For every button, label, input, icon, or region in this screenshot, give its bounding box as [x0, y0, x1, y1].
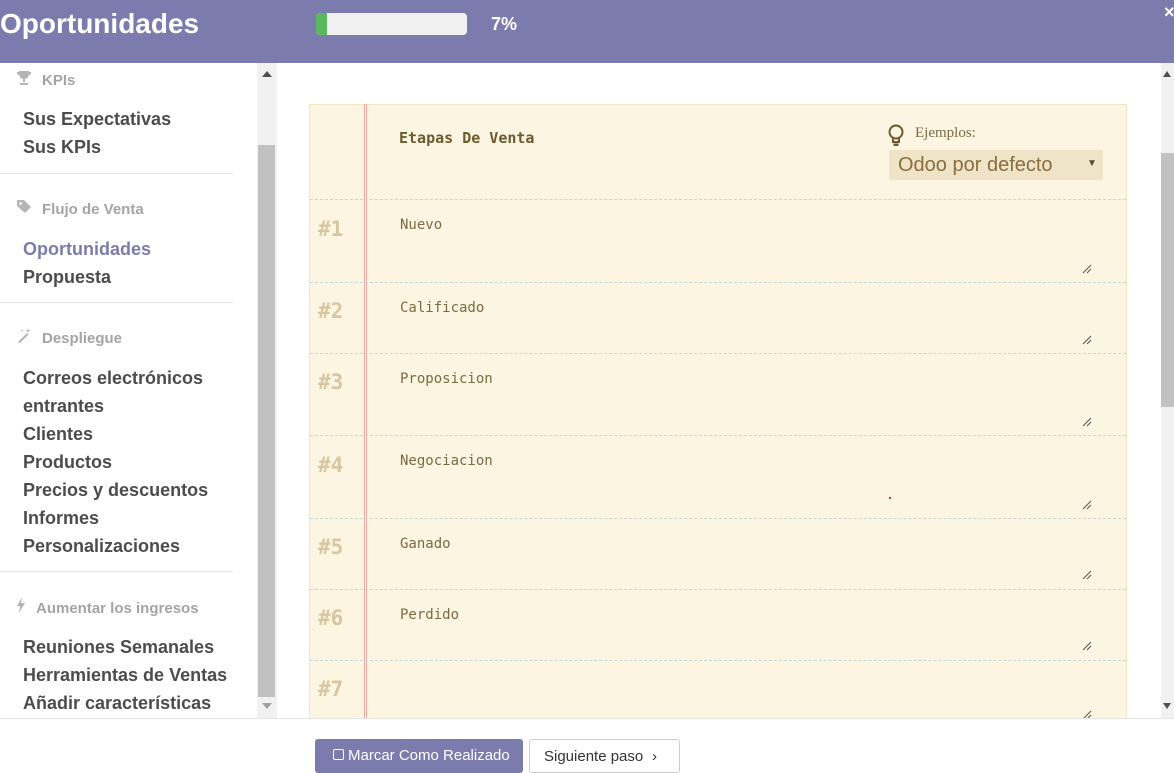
row-divider	[310, 435, 1126, 436]
sidebar-item-personalizaciones[interactable]: Personalizaciones	[23, 536, 180, 557]
sidebar-item-precios-y-descuentos[interactable]: Precios y descuentos	[23, 480, 208, 501]
stage-number: #1	[318, 217, 344, 241]
resize-grip-icon[interactable]	[1082, 641, 1092, 651]
sidebar-item-reuniones-semanales[interactable]: Reuniones Semanales	[23, 637, 214, 658]
top-header: Oportunidades	[0, 0, 1174, 63]
sidebar-item-informes[interactable]: Informes	[23, 508, 99, 529]
text-cursor-mark	[889, 497, 891, 499]
stage-input-2[interactable]: Calificado	[400, 300, 484, 316]
magic-wand-icon	[16, 328, 34, 347]
sidebar-item-herramientas-de-ventas[interactable]: Herramientas de Ventas	[23, 665, 227, 686]
resize-grip-icon[interactable]	[1082, 570, 1092, 580]
sidebar-item-sus-kpis[interactable]: Sus KPIs	[23, 137, 101, 158]
stage-input-6[interactable]: Perdido	[400, 607, 459, 623]
mark-done-label: Marcar Como Realizado	[348, 747, 510, 764]
page-title: Oportunidades	[0, 8, 200, 39]
row-divider	[310, 518, 1126, 519]
examples-select[interactable]: Odoo por defecto ▼	[889, 150, 1103, 180]
close-icon[interactable]: ×	[1164, 2, 1174, 23]
stage-number: #5	[318, 535, 344, 559]
stage-input-3[interactable]: Proposicion	[400, 371, 493, 387]
sidebar-section-aumentar-los-ingresos: Aumentar los ingresos	[16, 597, 199, 617]
sidebar-item-entrantes[interactable]: entrantes	[23, 396, 104, 417]
sidebar-item-clientes[interactable]: Clientes	[23, 424, 93, 445]
bolt-icon	[16, 597, 28, 617]
resize-grip-icon[interactable]	[1082, 264, 1092, 274]
notebook-margin-line	[364, 104, 367, 724]
scrollbar-thumb[interactable]	[1161, 153, 1174, 407]
sidebar-section-flujo-de-venta: Flujo de Venta	[16, 199, 144, 218]
sidebar-section-despliegue: Despliegue	[16, 328, 122, 347]
row-divider	[310, 353, 1126, 354]
progress-label: 7%	[491, 14, 518, 34]
examples-select-value: Odoo por defecto	[898, 154, 1053, 176]
stage-number: #3	[318, 370, 344, 394]
scroll-down-arrow-icon[interactable]	[1163, 703, 1171, 709]
stage-number: #2	[318, 299, 344, 323]
resize-grip-icon[interactable]	[1082, 335, 1092, 345]
checkbox-icon	[333, 749, 344, 760]
tag-icon	[16, 199, 34, 218]
examples-label: Ejemplos:	[915, 125, 976, 141]
stage-number: #4	[318, 453, 344, 477]
scroll-up-arrow-icon[interactable]	[262, 71, 272, 77]
sidebar	[0, 63, 277, 718]
next-step-label: Siguiente paso	[544, 748, 644, 765]
stage-input-1[interactable]: Nuevo	[400, 217, 442, 233]
trophy-icon	[16, 70, 34, 89]
main-scrollbar[interactable]	[1161, 63, 1174, 718]
sidebar-divider	[0, 173, 233, 174]
scroll-up-arrow-icon[interactable]	[1163, 71, 1171, 77]
sidebar-item-anadir-caracteristicas[interactable]: Añadir características	[23, 693, 211, 714]
stage-input-5[interactable]: Ganado	[400, 536, 451, 552]
sales-stages-sheet	[309, 104, 1127, 724]
row-divider	[310, 589, 1126, 590]
resize-grip-icon[interactable]	[1082, 417, 1092, 427]
row-divider	[310, 660, 1126, 661]
progress-fill	[316, 13, 327, 35]
stage-number: #6	[318, 606, 344, 630]
caret-down-icon: ▼	[1087, 158, 1097, 169]
sidebar-item-oportunidades[interactable]: Oportunidades	[23, 239, 151, 260]
next-step-button[interactable]: Siguiente paso ›	[529, 739, 680, 773]
stage-input-4[interactable]: Negociacion	[400, 453, 493, 469]
row-divider	[310, 199, 1126, 200]
chevron-right-icon: ›	[652, 748, 657, 765]
sidebar-divider	[0, 571, 233, 572]
mark-done-button[interactable]: Marcar Como Realizado	[315, 739, 523, 773]
stage-number: #7	[318, 677, 344, 701]
sidebar-item-productos[interactable]: Productos	[23, 452, 112, 473]
lightbulb-icon	[887, 124, 905, 153]
progress-bar	[316, 13, 467, 35]
sidebar-scrollbar[interactable]	[257, 63, 277, 718]
sidebar-item-correos-electronicos[interactable]: Correos electrónicos	[23, 368, 203, 389]
sidebar-section-kpis: KPIs	[16, 70, 75, 89]
scroll-down-arrow-icon[interactable]	[262, 703, 272, 709]
sheet-title: Etapas De Venta	[399, 129, 535, 147]
sidebar-item-propuesta[interactable]: Propuesta	[23, 267, 111, 288]
sidebar-item-sus-expectativas[interactable]: Sus Expectativas	[23, 109, 171, 130]
sidebar-divider	[0, 302, 233, 303]
resize-grip-icon[interactable]	[1082, 500, 1092, 510]
scrollbar-thumb[interactable]	[258, 145, 275, 697]
row-divider	[310, 282, 1126, 283]
